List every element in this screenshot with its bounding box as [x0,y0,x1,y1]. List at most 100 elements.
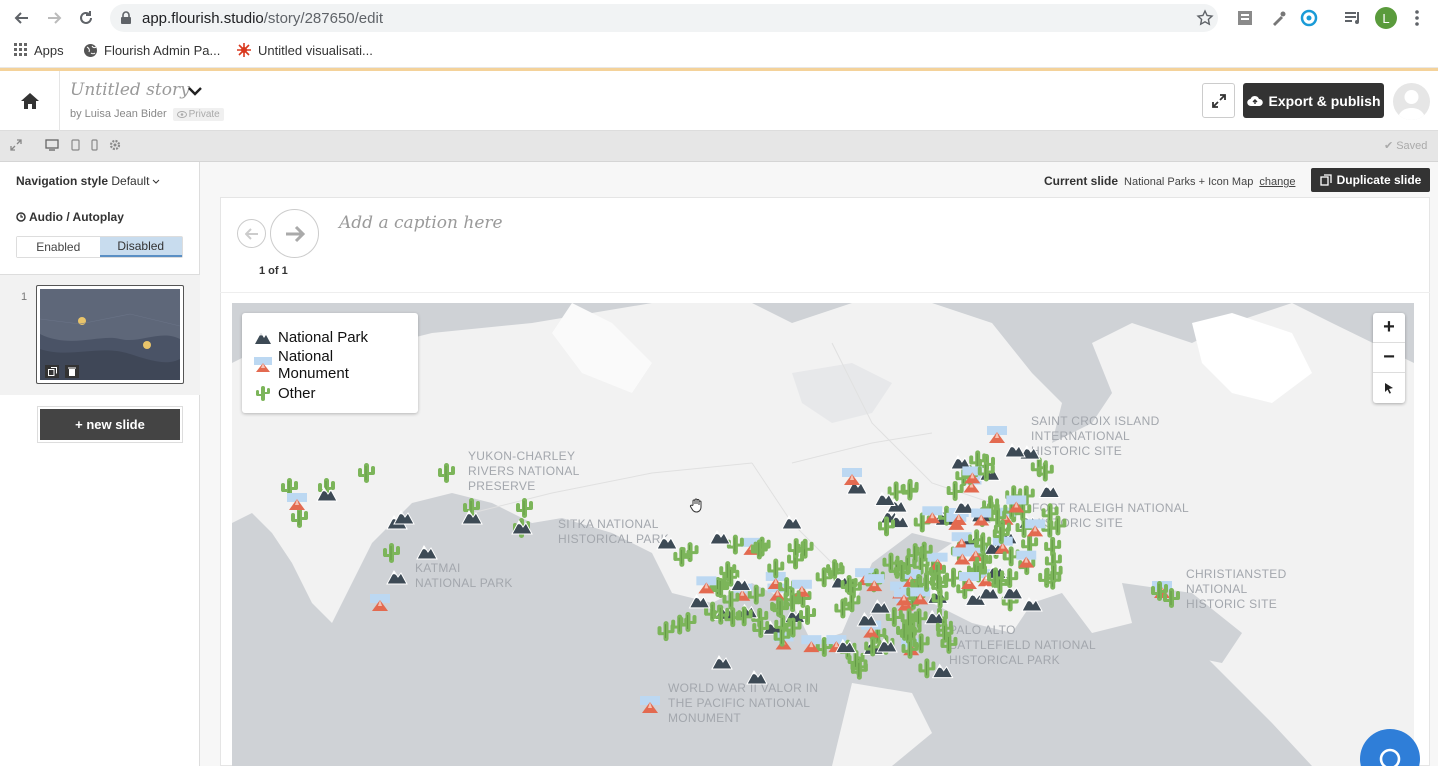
national-park-marker[interactable] [869,599,892,614]
cactus-marker[interactable] [918,658,936,679]
autoplay-disabled-option[interactable]: Disabled [99,237,182,257]
caption-divider [220,292,1430,293]
new-slide-button[interactable]: + new slide [37,406,183,443]
national-monument-marker[interactable] [842,468,862,485]
home-button[interactable] [0,71,60,131]
reload-icon[interactable] [77,9,95,27]
national-park-marker[interactable] [953,499,975,514]
national-park-marker[interactable] [656,535,678,550]
user-avatar[interactable] [1393,83,1430,120]
saved-label: Saved [1396,140,1428,152]
duplicate-label: Duplicate slide [1336,173,1422,187]
cactus-marker[interactable] [438,463,455,483]
url-path: /story/287650/edit [263,10,383,27]
collapse-arrows-icon[interactable] [10,139,22,151]
mobile-preview-icon[interactable] [91,139,98,151]
national-park-marker[interactable] [1001,584,1024,600]
url-text[interactable]: app.flourish.studio/story/287650/edit [142,10,383,27]
zoom-out-button[interactable]: − [1373,343,1405,373]
national-monument-marker[interactable] [1025,519,1046,537]
circle-extension-icon[interactable] [1300,9,1318,27]
kebab-menu-icon[interactable] [1412,9,1422,27]
national-park-marker[interactable] [746,670,768,685]
audio-autoplay-label: Audio / Autoplay [16,210,124,224]
legend-item-national-park: National Park [254,323,406,351]
change-slide-link[interactable]: change [1259,176,1295,188]
national-monument-marker[interactable] [971,508,992,526]
zoom-in-button[interactable]: + [1373,313,1405,343]
current-slide-info: Current slide National Parks + Icon Map ch… [1044,174,1295,188]
forward-arrow-icon[interactable] [45,9,63,27]
desktop-preview-icon[interactable] [45,139,59,151]
autoplay-enabled-option[interactable]: Enabled [17,237,100,257]
cactus-marker[interactable] [946,480,964,501]
eyedropper-extension-icon[interactable] [1270,9,1288,27]
national-monument-marker[interactable] [987,426,1007,443]
reader-extension-icon[interactable] [1237,10,1253,26]
media-queue-icon[interactable] [1344,10,1362,26]
cactus-marker[interactable] [383,543,400,563]
previous-slide-button[interactable] [237,219,266,248]
national-park-marker[interactable] [729,576,752,592]
apps-grid-icon [14,43,28,57]
privacy-label: Private [188,109,220,120]
bookmark-untitled-visualisation[interactable]: Untitled visualisati... [236,42,373,58]
national-park-marker[interactable] [1004,443,1026,458]
slide-thumbnail[interactable] [36,285,184,384]
national-park-marker[interactable] [393,510,415,525]
bookmark-star-icon[interactable] [1196,9,1214,27]
back-arrow-icon[interactable] [13,9,31,27]
national-park-marker[interactable] [1038,483,1061,498]
story-byline: by Luisa Jean Bider Private [70,108,224,121]
lock-icon [120,11,132,25]
chevron-down-icon[interactable] [188,86,202,96]
cactus-marker[interactable] [358,463,375,483]
duplicate-slide-icon[interactable] [45,365,59,378]
home-icon [20,92,40,110]
fullscreen-button[interactable] [1202,83,1235,118]
national-park-marker[interactable] [416,545,438,560]
flourish-logo-icon [236,42,252,58]
cactus-marker[interactable] [834,598,852,619]
national-park-marker[interactable] [931,663,954,679]
bookmark-flourish-admin[interactable]: Flourish Admin Pa... [83,42,220,58]
national-park-marker[interactable] [781,515,803,530]
cactus-marker[interactable] [726,534,744,555]
cactus-marker[interactable] [516,498,533,518]
national-monument-marker[interactable] [640,696,660,713]
nav-style-label: Navigation style [16,174,109,188]
gear-icon[interactable] [109,139,121,151]
national-park-marker[interactable] [711,655,733,670]
profile-avatar[interactable]: L [1375,7,1397,29]
national-park-marker[interactable] [978,584,1001,600]
national-park-marker[interactable] [709,530,731,545]
current-slide-name: National Parks + Icon Map [1124,176,1254,188]
arrow-left-icon [244,227,259,240]
national-park-marker[interactable] [856,612,879,627]
saved-status: ✔ Saved [1384,139,1427,152]
national-park-marker[interactable] [386,570,408,585]
bookmark-apps[interactable]: Apps [14,42,64,58]
trash-icon[interactable] [65,365,79,378]
legend-item-national-monument: National Monument [254,348,406,382]
national-monument-marker[interactable] [864,574,885,592]
caption-input[interactable]: Add a caption here [339,213,503,233]
cactus-marker[interactable] [291,508,308,528]
editor-toolbar [0,131,1438,162]
national-park-marker[interactable] [688,593,711,609]
story-title-input[interactable]: Untitled story [70,80,190,100]
cloud-upload-icon [1246,95,1263,107]
navigation-style-selector[interactable]: Navigation style Default [16,174,160,188]
national-monument-marker[interactable] [370,594,390,611]
national-monument-marker[interactable] [287,493,307,510]
minus-icon: − [1383,346,1395,368]
reset-view-button[interactable] [1373,373,1405,403]
national-monument-marker[interactable] [958,572,979,590]
export-publish-button[interactable]: Export & publish [1243,83,1384,118]
next-slide-button[interactable] [270,209,319,258]
duplicate-slide-button[interactable]: Duplicate slide [1311,168,1430,192]
privacy-badge: Private [172,108,224,121]
tablet-preview-icon[interactable] [71,139,80,151]
national-park-marker[interactable] [1021,597,1043,612]
chat-bubble-icon [1377,747,1403,766]
